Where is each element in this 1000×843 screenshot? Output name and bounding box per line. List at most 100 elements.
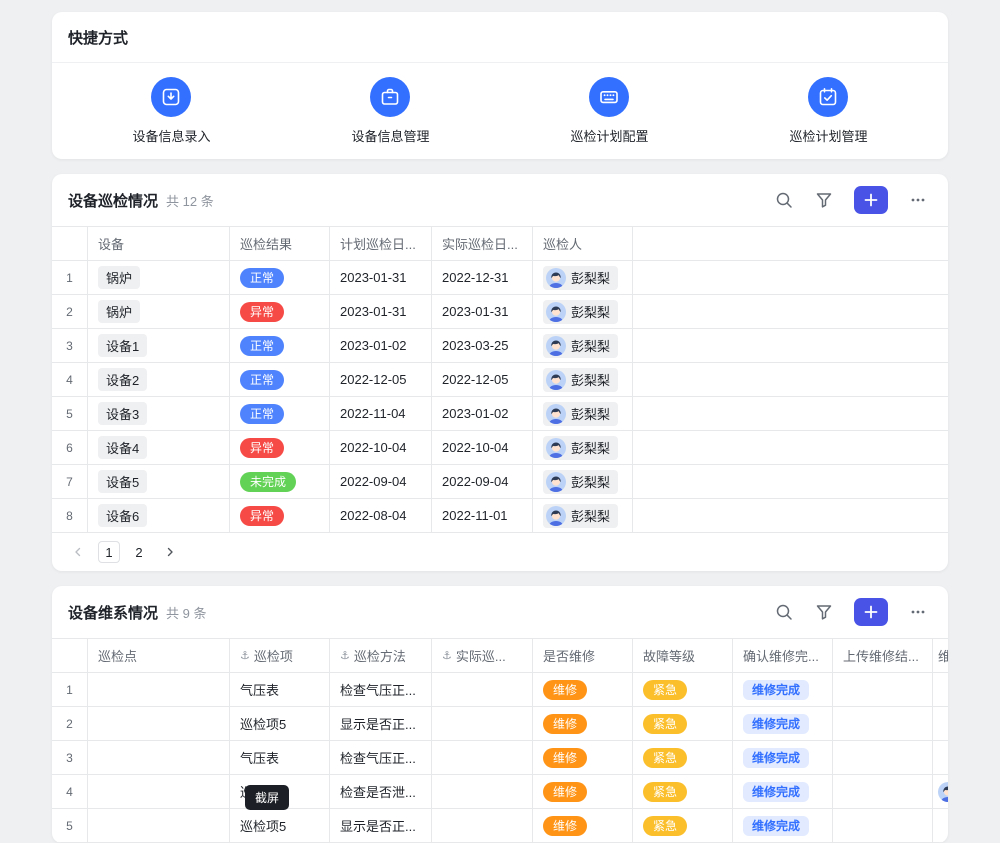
upload-cell[interactable] [833, 809, 933, 842]
planned-date-cell[interactable]: 2022-12-05 [330, 363, 432, 396]
column-header[interactable]: 计划巡检日... [330, 227, 432, 260]
row-index[interactable]: 5 [52, 809, 88, 842]
device-cell[interactable]: 设备6 [88, 499, 230, 532]
method-cell[interactable]: 检查气压正... [330, 741, 432, 774]
next-page-button[interactable] [158, 541, 182, 563]
level-cell[interactable]: 紧急 [633, 775, 733, 808]
repairer-cell[interactable] [933, 741, 948, 774]
point-cell[interactable] [88, 809, 230, 842]
search-icon[interactable] [770, 186, 798, 214]
inspector-cell[interactable]: 彭梨梨 [533, 431, 633, 464]
actual-date-cell[interactable]: 2022-12-05 [432, 363, 533, 396]
device-cell[interactable]: 设备5 [88, 465, 230, 498]
more-icon[interactable] [904, 186, 932, 214]
inspector-cell[interactable]: 彭梨梨 [533, 329, 633, 362]
row-index[interactable]: 3 [52, 329, 88, 362]
point-cell[interactable] [88, 673, 230, 706]
device-cell[interactable]: 锅炉 [88, 295, 230, 328]
result-cell[interactable]: 正常 [230, 397, 330, 430]
row-index[interactable]: 1 [52, 673, 88, 706]
confirm-repair-button[interactable]: 维修完成 [743, 748, 809, 768]
row-index[interactable]: 8 [52, 499, 88, 532]
confirm-cell[interactable]: 维修完成 [733, 741, 833, 774]
column-header[interactable]: 巡检人 [533, 227, 633, 260]
method-cell[interactable]: 显示是否正... [330, 707, 432, 740]
row-index[interactable]: 7 [52, 465, 88, 498]
shortcut-item-3[interactable]: 巡检计划管理 [789, 77, 867, 145]
column-header[interactable]: 确认维修完... [733, 639, 833, 672]
more-icon[interactable] [904, 598, 932, 626]
confirm-repair-button[interactable]: 维修完成 [743, 714, 809, 734]
row-index[interactable]: 2 [52, 295, 88, 328]
repair-cell[interactable]: 维修 [533, 741, 633, 774]
repair-cell[interactable]: 维修 [533, 707, 633, 740]
device-cell[interactable]: 设备4 [88, 431, 230, 464]
planned-date-cell[interactable]: 2023-01-31 [330, 261, 432, 294]
repair-cell[interactable]: 维修 [533, 775, 633, 808]
actual-date-cell[interactable]: 2022-09-04 [432, 465, 533, 498]
actual-date-cell[interactable]: 2022-10-04 [432, 431, 533, 464]
confirm-cell[interactable]: 维修完成 [733, 673, 833, 706]
column-header[interactable]: 实际巡检日... [432, 227, 533, 260]
inspector-cell[interactable]: 彭梨梨 [533, 261, 633, 294]
repairer-cell[interactable] [933, 707, 948, 740]
row-index[interactable]: 4 [52, 363, 88, 396]
inspector-cell[interactable]: 彭梨梨 [533, 363, 633, 396]
confirm-cell[interactable]: 维修完成 [733, 809, 833, 842]
level-cell[interactable]: 紧急 [633, 707, 733, 740]
planned-date-cell[interactable]: 2023-01-02 [330, 329, 432, 362]
actual-date-cell[interactable]: 2022-12-31 [432, 261, 533, 294]
filter-icon[interactable] [810, 598, 838, 626]
column-header[interactable]: ⚓实际巡... [432, 639, 533, 672]
method-cell[interactable]: 检查是否泄... [330, 775, 432, 808]
shortcut-item-1[interactable]: 设备信息管理 [351, 77, 429, 145]
result-cell[interactable]: 异常 [230, 295, 330, 328]
confirm-cell[interactable]: 维修完成 [733, 707, 833, 740]
item-cell[interactable]: 气压表 [230, 673, 330, 706]
planned-date-cell[interactable]: 2022-11-04 [330, 397, 432, 430]
item-cell[interactable]: 巡检项5 [230, 707, 330, 740]
row-index[interactable]: 6 [52, 431, 88, 464]
point-cell[interactable] [88, 775, 230, 808]
method-cell[interactable]: 显示是否正... [330, 809, 432, 842]
point-cell[interactable] [88, 741, 230, 774]
repair-cell[interactable]: 维修 [533, 673, 633, 706]
inspector-cell[interactable]: 彭梨梨 [533, 397, 633, 430]
repairer-cell[interactable] [933, 775, 948, 808]
device-cell[interactable]: 设备2 [88, 363, 230, 396]
planned-date-cell[interactable]: 2023-01-31 [330, 295, 432, 328]
actual-date-cell[interactable]: 2023-03-25 [432, 329, 533, 362]
column-header[interactable]: 上传维修结... [833, 639, 933, 672]
confirm-repair-button[interactable]: 维修完成 [743, 816, 809, 836]
actual-date-cell[interactable]: 2023-01-31 [432, 295, 533, 328]
point-cell[interactable] [88, 707, 230, 740]
column-header[interactable]: 是否维修 [533, 639, 633, 672]
planned-date-cell[interactable]: 2022-08-04 [330, 499, 432, 532]
level-cell[interactable]: 紧急 [633, 809, 733, 842]
column-header[interactable]: 巡检结果 [230, 227, 330, 260]
actual-cell[interactable] [432, 809, 533, 842]
repairer-cell[interactable] [933, 809, 948, 842]
shortcut-item-0[interactable]: 设备信息录入 [132, 77, 210, 145]
row-index[interactable]: 4 [52, 775, 88, 808]
result-cell[interactable]: 正常 [230, 261, 330, 294]
method-cell[interactable]: 检查气压正... [330, 673, 432, 706]
confirm-repair-button[interactable]: 维修完成 [743, 680, 809, 700]
filter-icon[interactable] [810, 186, 838, 214]
actual-cell[interactable] [432, 673, 533, 706]
confirm-cell[interactable]: 维修完成 [733, 775, 833, 808]
column-header[interactable]: ⚓巡检项 [230, 639, 330, 672]
row-index[interactable]: 1 [52, 261, 88, 294]
result-cell[interactable]: 正常 [230, 329, 330, 362]
page-button-1[interactable]: 1 [98, 541, 120, 563]
column-header[interactable]: ⚓巡检方法 [330, 639, 432, 672]
inspector-cell[interactable]: 彭梨梨 [533, 295, 633, 328]
upload-cell[interactable] [833, 707, 933, 740]
device-cell[interactable]: 锅炉 [88, 261, 230, 294]
add-record-button[interactable] [854, 186, 888, 214]
upload-cell[interactable] [833, 775, 933, 808]
column-header[interactable]: 维 [933, 639, 948, 672]
shortcut-item-2[interactable]: 巡检计划配置 [570, 77, 648, 145]
item-cell[interactable]: 气压表 [230, 741, 330, 774]
result-cell[interactable]: 未完成 [230, 465, 330, 498]
